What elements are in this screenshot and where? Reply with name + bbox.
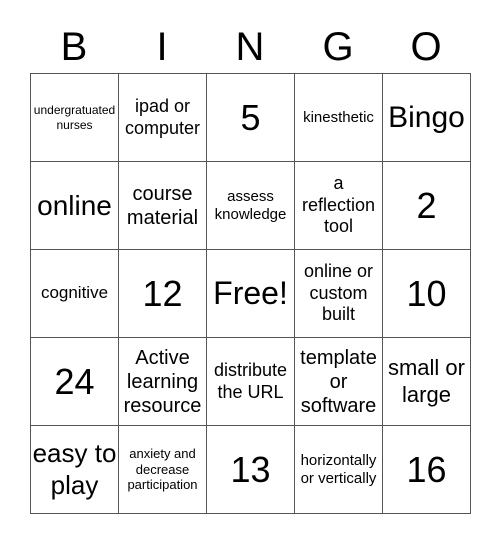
bingo-cell: assess knowledge: [207, 162, 295, 250]
bingo-cell: Active learning resource: [119, 338, 207, 426]
header-letter-o: O: [410, 25, 442, 69]
bingo-cell: anxiety and decrease participation: [119, 426, 207, 514]
bingo-cell: easy to play: [31, 426, 119, 514]
bingo-cell: 5: [207, 74, 295, 162]
bingo-cell: 12: [119, 250, 207, 338]
bingo-cell: a reflection tool: [295, 162, 383, 250]
bingo-cell: course material: [119, 162, 207, 250]
bingo-cell: undergratuated nurses: [31, 74, 119, 162]
bingo-cell: 2: [383, 162, 471, 250]
bingo-cell: ipad or computer: [119, 74, 207, 162]
header-letter-g: G: [322, 25, 354, 69]
bingo-cell: small or large: [383, 338, 471, 426]
bingo-cell: distribute the URL: [207, 338, 295, 426]
header-letter-n: N: [235, 25, 265, 69]
bingo-cell: horizontally or vertically: [295, 426, 383, 514]
bingo-cell: kinesthetic: [295, 74, 383, 162]
bingo-cell: 16: [383, 426, 471, 514]
bingo-header: B I N G O: [30, 22, 470, 72]
bingo-cell: Bingo: [383, 74, 471, 162]
bingo-cell: online or custom built: [295, 250, 383, 338]
free-space-cell: Free!: [207, 250, 295, 338]
header-letter-i: I: [156, 25, 168, 69]
bingo-cell: cognitive: [31, 250, 119, 338]
bingo-cell: online: [31, 162, 119, 250]
bingo-cell: 13: [207, 426, 295, 514]
bingo-cell: 24: [31, 338, 119, 426]
bingo-cell: template or software: [295, 338, 383, 426]
header-letter-b: B: [60, 25, 88, 69]
bingo-grid: undergratuated nurses ipad or computer 5…: [30, 73, 471, 514]
bingo-cell: 10: [383, 250, 471, 338]
